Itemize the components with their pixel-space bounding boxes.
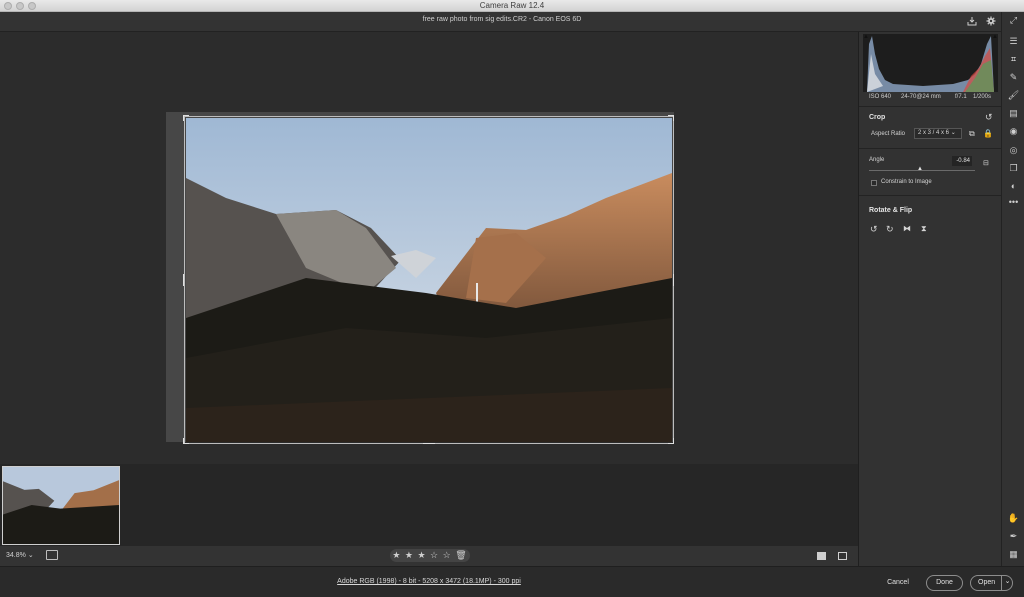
rotate-flip-title: Rotate & Flip	[869, 207, 913, 214]
hand-icon[interactable]: ✋	[1002, 513, 1024, 524]
zoom-level[interactable]: 34.8% ⌄	[6, 551, 34, 559]
filmstrip-thumbnail[interactable]	[2, 466, 120, 545]
radial-icon[interactable]: ◉	[1002, 126, 1024, 137]
more-icon[interactable]: •••	[1002, 197, 1024, 207]
image-canvas[interactable]	[0, 32, 858, 464]
exif-iso: ISO 640	[869, 94, 892, 100]
before-after-icon[interactable]	[838, 552, 847, 560]
chevron-down-icon: ⌄	[950, 130, 956, 136]
crop-handle-bottom-right-h[interactable]	[668, 443, 674, 444]
exif-shutter: 1/200s	[973, 94, 992, 100]
tool-strip: ⤢ ☰ ⌗ ✎ 🖌 ▤ ◉ ◎ ❐ ◐ ••• ✋ ✒ ▦	[1001, 12, 1024, 566]
histogram: ▲ ▲	[863, 34, 998, 92]
flip-horizontal-icon[interactable]: ⧓	[903, 224, 911, 233]
rotate-right-icon[interactable]: ↻	[886, 224, 894, 235]
edit-sliders-icon[interactable]: ☰	[1002, 36, 1024, 47]
angle-value-field[interactable]: -0.84	[952, 156, 972, 166]
file-title: free raw photo from sig edits.CR2 - Cano…	[422, 16, 582, 23]
single-view-icon[interactable]	[817, 552, 826, 560]
canvas-statusbar: 34.8% ⌄ ★ ★ ★ ☆ ☆ 🗑	[0, 546, 858, 566]
chevron-down-icon[interactable]: ⌄	[1001, 575, 1013, 591]
crop-section-title: Crop	[869, 114, 886, 121]
angle-label: Angle	[869, 157, 885, 163]
done-button[interactable]: Done	[926, 575, 963, 591]
flip-vertical-icon[interactable]: ⧗	[921, 224, 927, 234]
crop-handle-bottom-left-h[interactable]	[183, 443, 189, 444]
crop-handle-bottom[interactable]	[423, 443, 435, 444]
footer-bar: Adobe RGB (1998) - 8 bit - 5208 x 3472 (…	[0, 566, 1024, 597]
redeye-icon[interactable]: ◎	[1002, 145, 1024, 156]
grid-icon[interactable]: ▦	[1002, 549, 1024, 560]
document-header: free raw photo from sig edits.CR2 - Cano…	[0, 12, 1004, 32]
presets-icon[interactable]: ◐	[1002, 181, 1024, 191]
filmstrip	[0, 464, 858, 546]
snapshots-icon[interactable]: ❐	[1002, 163, 1024, 174]
star-rating[interactable]: ★ ★ ★ ☆ ☆ 🗑	[390, 549, 470, 562]
aspect-ratio-label: Aspect Ratio	[871, 131, 906, 137]
straighten-tool-icon[interactable]: ⊟	[983, 159, 989, 167]
exif-aperture: f/7.1	[955, 94, 967, 100]
sampler-icon[interactable]: ✒	[1002, 531, 1024, 542]
chevron-down-icon: ⌄	[27, 552, 34, 559]
reset-crop-icon[interactable]: ↺	[985, 112, 993, 123]
divider	[859, 195, 1002, 196]
swap-orientation-icon[interactable]: ⧉	[969, 129, 975, 139]
edit-panel: ▲ ▲ ISO 640 24-70@24 mm f/7.1 1/200s Cro…	[858, 32, 1002, 566]
gradient-icon[interactable]: ▤	[1002, 108, 1024, 119]
crop-handle-top-right-v[interactable]	[673, 115, 674, 121]
rotate-left-icon[interactable]: ↺	[870, 224, 878, 235]
gear-icon[interactable]	[986, 16, 996, 29]
healing-icon[interactable]: ✎	[1002, 72, 1024, 83]
fit-view-icon[interactable]	[46, 550, 58, 560]
download-icon[interactable]	[967, 16, 977, 29]
constrain-label: Constrain to Image	[881, 179, 932, 185]
window-title: Camera Raw 12.4	[479, 1, 545, 10]
window-titlebar: Camera Raw 12.4	[0, 0, 1024, 12]
aspect-ratio-dropdown[interactable]: 2 x 3 / 4 x 6 ⌄	[914, 128, 962, 139]
brush-icon[interactable]: 🖌	[1002, 90, 1024, 101]
exif-lens: 24-70@24 mm	[901, 94, 941, 100]
crop-handle-top-left-v[interactable]	[183, 115, 184, 121]
cancel-button[interactable]: Cancel	[876, 575, 920, 591]
crop-handle-left[interactable]	[183, 274, 184, 286]
workflow-options-link[interactable]: Adobe RGB (1998) - 8 bit - 5208 x 3472 (…	[0, 578, 858, 585]
divider	[859, 148, 1002, 149]
lock-icon[interactable]: 🔒	[983, 129, 993, 138]
divider	[859, 106, 1002, 107]
crop-handle-right[interactable]	[673, 274, 674, 286]
expand-icon[interactable]: ⤢	[1002, 15, 1024, 26]
crop-area[interactable]	[166, 112, 674, 444]
constrain-checkbox[interactable]	[871, 180, 877, 186]
trash-icon[interactable]: 🗑	[455, 550, 467, 560]
angle-slider-thumb[interactable]: ▲	[917, 166, 923, 172]
crop-icon[interactable]: ⌗	[1002, 54, 1024, 65]
crop-frame[interactable]	[184, 116, 674, 444]
